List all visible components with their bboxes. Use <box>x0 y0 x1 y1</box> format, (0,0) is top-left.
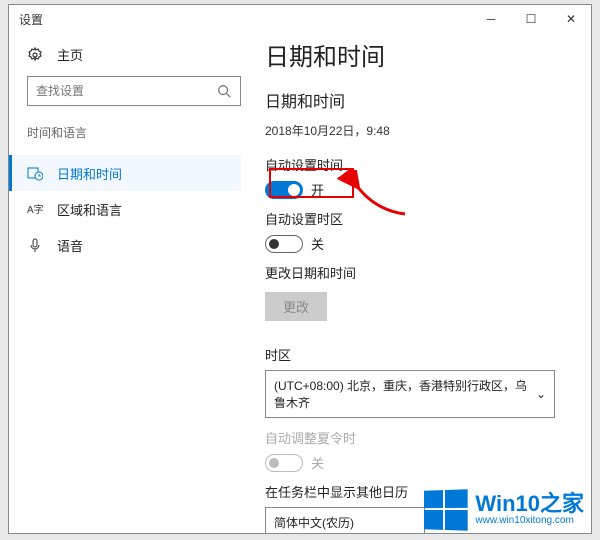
sidebar-item-datetime[interactable]: 日期和时间 <box>9 155 241 191</box>
main-panel: 日期和时间 日期和时间 2018年10月22日，9:48 自动设置时间 开 自动… <box>259 33 591 533</box>
microphone-icon <box>27 237 43 253</box>
clock-calendar-icon <box>27 165 43 181</box>
window-controls: ─ ☐ ✕ <box>471 5 591 33</box>
language-icon: A字 <box>27 201 43 217</box>
auto-tz-toggle[interactable] <box>265 235 303 253</box>
content-area: 主页 时间和语言 日期和时间 A字 区域和语言 <box>9 33 591 533</box>
auto-tz-label: 自动设置时区 <box>265 209 571 228</box>
section-label: 时间和语言 <box>27 124 241 141</box>
branding-watermark: Win10之家 www.win10xitong.com <box>423 490 584 530</box>
dst-toggle <box>265 454 303 472</box>
timezone-dropdown[interactable]: (UTC+08:00) 北京，重庆，香港特别行政区，乌鲁木齐 ⌄ <box>265 370 555 418</box>
sidebar-item-region[interactable]: A字 区域和语言 <box>9 191 241 227</box>
branding-url: www.win10xitong.com <box>475 515 584 527</box>
auto-tz-toggle-row: 关 <box>265 234 571 253</box>
auto-time-label: 自动设置时间 <box>265 155 571 174</box>
gear-icon <box>27 47 43 63</box>
settings-window: 设置 ─ ☐ ✕ 主页 时间和语言 <box>8 4 592 534</box>
taskbar-calendar-dropdown[interactable]: 简体中文(农历) <box>265 507 425 533</box>
dst-state: 关 <box>311 453 324 472</box>
sidebar-item-label: 语音 <box>57 236 83 255</box>
window-title: 设置 <box>19 11 43 28</box>
page-title: 日期和时间 <box>265 37 571 72</box>
auto-tz-state: 关 <box>311 234 324 253</box>
minimize-button[interactable]: ─ <box>471 5 511 33</box>
sidebar-item-label: 日期和时间 <box>57 164 122 183</box>
dst-toggle-row: 关 <box>265 453 571 472</box>
change-button: 更改 <box>265 292 327 321</box>
home-link[interactable]: 主页 <box>27 45 241 64</box>
windows-logo-icon <box>424 489 468 531</box>
search-box[interactable] <box>27 76 241 106</box>
maximize-button[interactable]: ☐ <box>511 5 551 33</box>
timezone-label: 时区 <box>265 345 571 364</box>
search-input[interactable] <box>36 84 216 98</box>
search-icon <box>216 83 232 99</box>
auto-time-toggle-row: 开 <box>265 180 571 199</box>
close-button[interactable]: ✕ <box>551 5 591 33</box>
sidebar-item-speech[interactable]: 语音 <box>9 227 241 263</box>
branding-text: Win10之家 www.win10xitong.com <box>475 493 584 527</box>
taskbar-calendar-value: 简体中文(农历) <box>274 514 354 531</box>
dst-label: 自动调整夏令时 <box>265 428 571 447</box>
chevron-down-icon: ⌄ <box>536 387 546 401</box>
current-datetime: 2018年10月22日，9:48 <box>265 122 571 139</box>
sidebar-item-label: 区域和语言 <box>57 200 122 219</box>
svg-text:A字: A字 <box>27 203 43 216</box>
titlebar: 设置 ─ ☐ ✕ <box>9 5 591 33</box>
auto-time-toggle[interactable] <box>265 181 303 199</box>
branding-name: Win10之家 <box>475 493 584 515</box>
timezone-value: (UTC+08:00) 北京，重庆，香港特别行政区，乌鲁木齐 <box>274 377 536 411</box>
auto-time-state: 开 <box>311 180 324 199</box>
change-datetime-label: 更改日期和时间 <box>265 263 571 282</box>
sidebar: 主页 时间和语言 日期和时间 A字 区域和语言 <box>9 33 259 533</box>
home-label: 主页 <box>57 45 83 64</box>
section-title: 日期和时间 <box>265 88 571 112</box>
